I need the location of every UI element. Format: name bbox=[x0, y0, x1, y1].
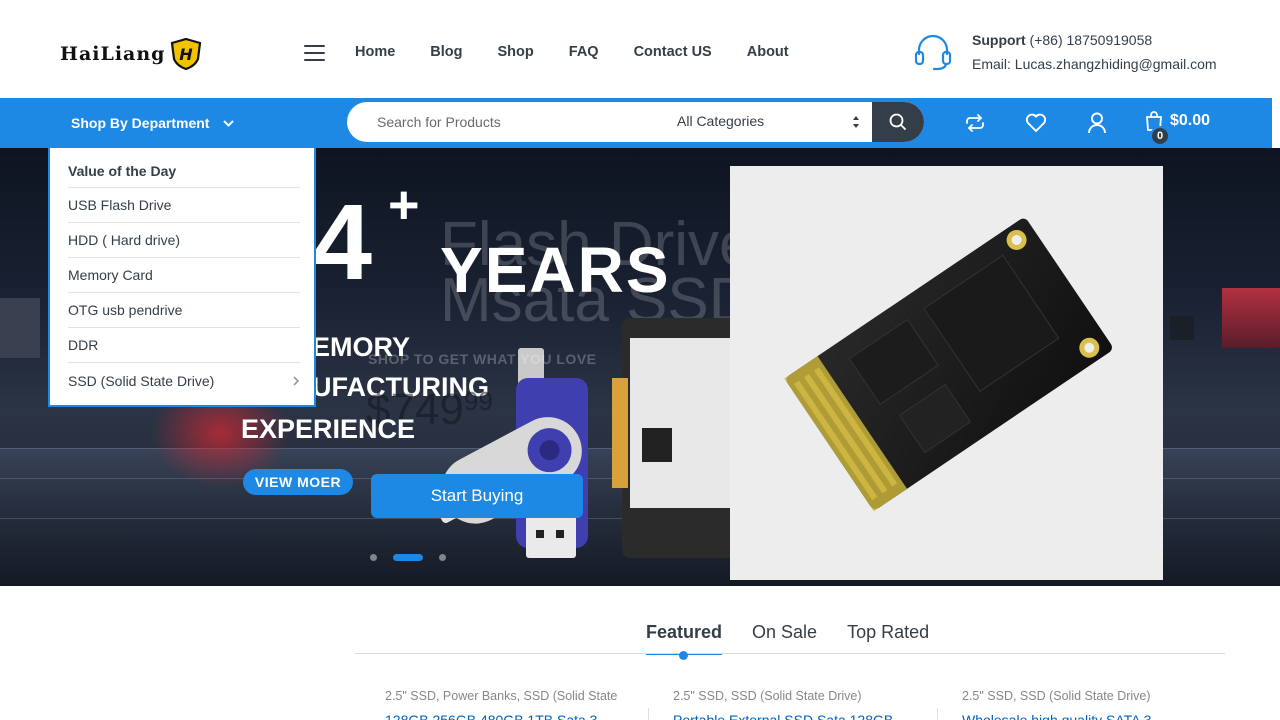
product-tabs: Featured On Sale Top Rated bbox=[646, 622, 959, 655]
department-menu-item[interactable]: DDR bbox=[68, 328, 300, 363]
department-menu: Value of the Day USB Flash Drive HDD ( Har… bbox=[48, 148, 316, 407]
department-menu-item-label: SSD (Solid State Drive) bbox=[68, 372, 215, 389]
cart-amount: $0.00 bbox=[1170, 112, 1211, 129]
logo-shield-icon: H bbox=[171, 37, 202, 71]
product-title[interactable]: Portable External SSD Sata 128GB bbox=[673, 712, 913, 720]
slider-dot[interactable] bbox=[393, 554, 423, 561]
nav-about[interactable]: About bbox=[747, 44, 789, 60]
search-button[interactable] bbox=[872, 102, 924, 142]
hero-decor bbox=[1222, 288, 1280, 348]
tab-featured[interactable]: Featured bbox=[646, 622, 723, 655]
department-menu-item-label: DDR bbox=[68, 337, 99, 353]
support-phone[interactable]: (+86) 18750919058 bbox=[1030, 32, 1153, 48]
slider-dots bbox=[370, 554, 462, 561]
chevron-down-icon bbox=[223, 119, 235, 127]
hero-years: YEARS bbox=[440, 234, 671, 306]
support-line: Support (+86) 18750919058 bbox=[972, 32, 1152, 48]
select-arrows-icon bbox=[853, 116, 859, 128]
nav-blog[interactable]: Blog bbox=[430, 44, 462, 60]
hero-price-cents: 99 bbox=[463, 386, 493, 416]
product-categories[interactable]: 2.5" SSD, SSD (Solid State Drive) bbox=[673, 689, 862, 703]
start-buying-button[interactable]: Start Buying bbox=[371, 474, 583, 518]
support-info: Support (+86) 18750919058 Email: Lucas.z… bbox=[912, 30, 1242, 80]
headset-icon bbox=[914, 34, 952, 71]
hero-decor bbox=[0, 298, 40, 358]
product-title[interactable]: Wholesale high quality SATA 3 bbox=[962, 712, 1202, 720]
department-menu-item[interactable]: HDD ( Hard drive) bbox=[68, 223, 300, 258]
category-select[interactable]: All Categories bbox=[677, 113, 867, 129]
hero-shop-line: SHOP TO GET WHAT YOU LOVE bbox=[368, 351, 597, 367]
tab-active-dot bbox=[679, 651, 688, 660]
support-email[interactable]: Email: Lucas.zhangzhiding@gmail.com bbox=[972, 56, 1217, 72]
tab-top-rated[interactable]: Top Rated bbox=[847, 622, 929, 653]
department-menu-item-label: Memory Card bbox=[68, 267, 153, 283]
menu-hamburger-icon[interactable] bbox=[304, 45, 325, 61]
department-menu-item[interactable]: OTG usb pendrive bbox=[68, 293, 300, 328]
wishlist-button[interactable] bbox=[1023, 110, 1049, 136]
department-menu-item-label: HDD ( Hard drive) bbox=[68, 232, 181, 248]
msata-board-graphic bbox=[784, 218, 1112, 512]
slider-dot[interactable] bbox=[439, 554, 446, 561]
slider-dot[interactable] bbox=[370, 554, 377, 561]
search-form: All Categories bbox=[347, 102, 924, 142]
hero-decor bbox=[1170, 316, 1194, 340]
nav-home[interactable]: Home bbox=[355, 44, 395, 60]
view-more-button[interactable]: VIEW MOER bbox=[243, 469, 353, 495]
department-label: Shop By Department bbox=[71, 115, 210, 131]
nav-shop[interactable]: Shop bbox=[498, 44, 534, 60]
compare-button[interactable] bbox=[962, 110, 988, 136]
heart-icon bbox=[1025, 113, 1047, 133]
department-menu-item[interactable]: Value of the Day bbox=[68, 148, 300, 188]
department-menu-item-label: USB Flash Drive bbox=[68, 197, 172, 213]
header-icons bbox=[962, 110, 1145, 136]
department-menu-item[interactable]: SSD (Solid State Drive) bbox=[68, 363, 300, 398]
tabs-divider bbox=[355, 653, 1225, 654]
department-menu-item-label: OTG usb pendrive bbox=[68, 302, 183, 318]
top-header: HaiLiang H Home Blog Shop FAQ Contact US… bbox=[0, 0, 1280, 98]
cart-count-badge: 0 bbox=[1150, 126, 1170, 146]
product-categories[interactable]: 2.5" SSD, SSD (Solid State Drive) bbox=[962, 689, 1151, 703]
hero-big-number: 4 bbox=[312, 181, 373, 302]
nav-contact-us[interactable]: Contact US bbox=[634, 44, 712, 60]
product-categories[interactable]: 2.5" SSD, Power Banks, SSD (Solid State bbox=[385, 689, 617, 703]
cart-button[interactable]: $0.00 0 bbox=[1144, 110, 1211, 146]
user-icon bbox=[1088, 112, 1106, 134]
department-menu-item[interactable]: Memory Card bbox=[68, 258, 300, 293]
product-column-divider bbox=[937, 708, 938, 720]
msata-ssd-product-image[interactable] bbox=[730, 166, 1163, 580]
search-input[interactable] bbox=[347, 102, 667, 142]
search-icon bbox=[889, 113, 907, 131]
nav-faq[interactable]: FAQ bbox=[569, 44, 599, 60]
navigation-bar: Shop By Department All Categories $0.00 … bbox=[0, 98, 1272, 148]
site-logo[interactable]: HaiLiang H bbox=[60, 34, 230, 74]
logo-badge-letter: H bbox=[180, 45, 194, 64]
ssd-drive-image bbox=[612, 318, 742, 558]
hero-experience-text: EXPERIENCE bbox=[241, 414, 416, 444]
main-nav: Home Blog Shop FAQ Contact US About bbox=[355, 44, 824, 60]
compare-arrows-icon bbox=[966, 114, 984, 132]
hero-plus: + bbox=[388, 175, 420, 235]
support-label: Support bbox=[972, 32, 1026, 48]
department-menu-item[interactable]: USB Flash Drive bbox=[68, 188, 300, 223]
tab-on-sale[interactable]: On Sale bbox=[752, 622, 817, 653]
department-menu-item-label: Value of the Day bbox=[68, 162, 177, 179]
product-title[interactable]: 128GB 256GB 480GB 1TB Sata 3 bbox=[385, 712, 625, 720]
product-column-divider bbox=[648, 708, 649, 720]
logo-text: HaiLiang bbox=[60, 43, 166, 65]
chevron-right-icon bbox=[293, 375, 300, 386]
shop-by-department-toggle[interactable]: Shop By Department bbox=[71, 115, 235, 131]
account-button[interactable] bbox=[1084, 110, 1110, 136]
